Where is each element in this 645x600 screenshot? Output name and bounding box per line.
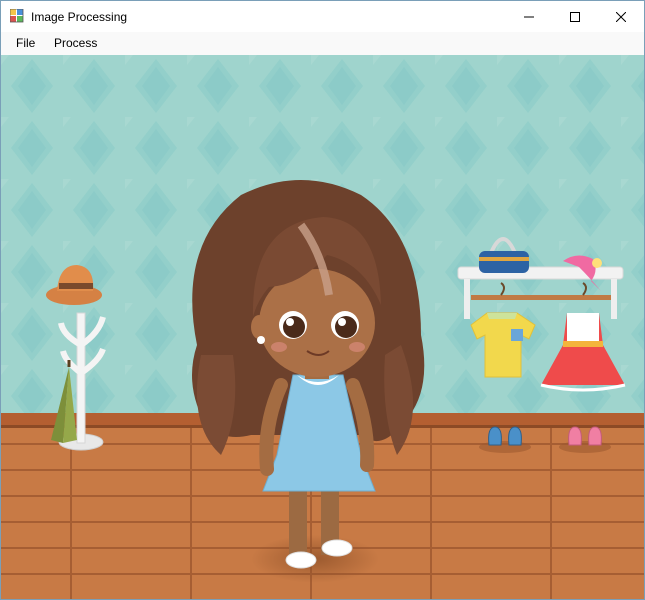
minimize-button[interactable] bbox=[506, 1, 552, 32]
image-canvas[interactable] bbox=[1, 55, 644, 599]
scene-illustration bbox=[1, 55, 644, 599]
title-bar[interactable]: Image Processing bbox=[1, 1, 644, 32]
menu-process[interactable]: Process bbox=[52, 36, 99, 51]
close-button[interactable] bbox=[598, 1, 644, 32]
window-title: Image Processing bbox=[31, 10, 128, 24]
app-window: Image Processing File Process bbox=[0, 0, 645, 600]
app-icon bbox=[10, 9, 24, 23]
close-icon bbox=[616, 11, 626, 22]
maximize-button[interactable] bbox=[552, 1, 598, 32]
menu-bar: File Process bbox=[1, 32, 644, 55]
menu-file[interactable]: File bbox=[14, 36, 37, 51]
maximize-icon bbox=[570, 11, 580, 22]
minimize-icon bbox=[524, 16, 534, 17]
